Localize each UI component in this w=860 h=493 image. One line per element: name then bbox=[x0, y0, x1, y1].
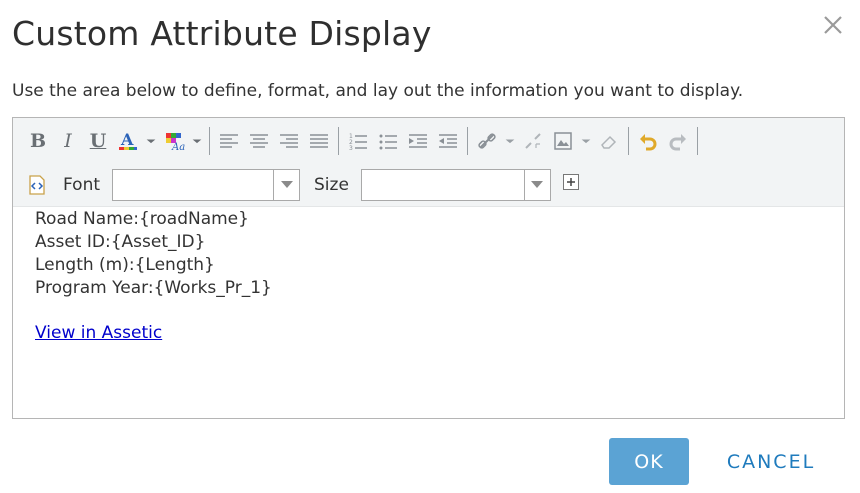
chevron-down-icon[interactable] bbox=[523, 170, 550, 200]
cancel-button[interactable]: CANCEL bbox=[706, 438, 836, 485]
expand-plus-icon[interactable] bbox=[562, 174, 579, 190]
view-in-assetic-link[interactable]: View in Assetic bbox=[35, 323, 162, 343]
font-select[interactable] bbox=[112, 169, 301, 201]
outdent-button[interactable] bbox=[433, 127, 463, 155]
unlink-button[interactable] bbox=[518, 127, 548, 155]
bullet-list-button[interactable] bbox=[373, 127, 403, 155]
italic-icon: I bbox=[64, 130, 72, 152]
svg-text:3: 3 bbox=[349, 145, 353, 152]
editor-content[interactable]: Road Name:{roadName} Asset ID:{Asset_ID}… bbox=[35, 208, 272, 345]
justify-icon bbox=[310, 134, 328, 148]
svg-text:A: A bbox=[120, 130, 134, 149]
chevron-down-icon bbox=[505, 139, 515, 144]
size-label: Size bbox=[314, 175, 349, 195]
redo-icon bbox=[669, 134, 686, 151]
indent-icon bbox=[409, 134, 427, 148]
link-dropdown[interactable] bbox=[502, 127, 518, 155]
chevron-down-icon bbox=[581, 139, 591, 144]
font-color-button[interactable]: A bbox=[113, 127, 143, 155]
toolbar-separator bbox=[697, 127, 698, 155]
close-icon[interactable] bbox=[822, 14, 844, 36]
source-view-button[interactable] bbox=[25, 171, 49, 199]
rich-text-editor[interactable]: B I U A Aa 1 2 3 Font Size Road Name:{ro… bbox=[12, 117, 845, 419]
insert-image-icon bbox=[554, 132, 572, 150]
dialog-description: Use the area below to define, format, an… bbox=[12, 81, 744, 101]
highlight-color-button[interactable]: Aa bbox=[159, 127, 189, 155]
justify-button[interactable] bbox=[304, 127, 334, 155]
redo-button[interactable] bbox=[663, 127, 693, 155]
image-dropdown[interactable] bbox=[578, 127, 594, 155]
underline-icon: U bbox=[89, 130, 107, 152]
chevron-down-icon[interactable] bbox=[273, 170, 299, 200]
outdent-icon bbox=[439, 134, 457, 148]
bullet-list-icon bbox=[379, 134, 397, 150]
italic-button[interactable]: I bbox=[53, 127, 83, 155]
eraser-icon bbox=[601, 135, 617, 149]
toolbar-row-font: Font Size bbox=[13, 168, 579, 202]
ok-button[interactable]: OK bbox=[609, 438, 689, 485]
content-line: Program Year:{Works_Pr_1} bbox=[35, 278, 272, 298]
font-label: Font bbox=[63, 175, 101, 195]
toolbar-row-formatting: B I U A Aa 1 2 3 bbox=[13, 126, 702, 156]
align-right-icon bbox=[280, 134, 298, 148]
eraser-button[interactable] bbox=[594, 127, 624, 155]
underline-button[interactable]: U bbox=[83, 127, 113, 155]
align-left-icon bbox=[220, 134, 238, 148]
numbered-list-icon: 123 bbox=[349, 133, 367, 152]
dialog-title: Custom Attribute Display bbox=[12, 14, 432, 53]
bold-icon: B bbox=[29, 130, 47, 152]
toolbar-separator bbox=[467, 127, 468, 155]
size-select-value bbox=[362, 170, 524, 200]
editor-toolbar: B I U A Aa 1 2 3 Font Size bbox=[13, 118, 844, 207]
content-line: Length (m):{Length} bbox=[35, 255, 215, 275]
content-line: Asset ID:{Asset_ID} bbox=[35, 232, 206, 252]
font-color-icon: A bbox=[119, 130, 137, 150]
chevron-down-icon bbox=[192, 139, 202, 144]
toolbar-separator bbox=[628, 127, 629, 155]
content-line: Road Name:{roadName} bbox=[35, 209, 249, 229]
source-view-icon bbox=[29, 175, 45, 195]
font-color-dropdown[interactable] bbox=[143, 127, 159, 155]
insert-image-button[interactable] bbox=[548, 127, 578, 155]
highlight-color-icon: Aa bbox=[166, 133, 185, 152]
undo-button[interactable] bbox=[633, 127, 663, 155]
toolbar-separator bbox=[209, 127, 210, 155]
unlink-icon bbox=[525, 133, 541, 149]
align-right-button[interactable] bbox=[274, 127, 304, 155]
size-select[interactable] bbox=[360, 169, 551, 201]
toolbar-separator bbox=[338, 127, 339, 155]
highlight-color-dropdown[interactable] bbox=[189, 127, 205, 155]
align-center-icon bbox=[250, 134, 268, 148]
chevron-down-icon bbox=[146, 139, 156, 144]
align-center-button[interactable] bbox=[244, 127, 274, 155]
bold-button[interactable]: B bbox=[23, 127, 53, 155]
link-icon bbox=[478, 133, 496, 149]
undo-icon bbox=[640, 134, 657, 151]
font-select-value bbox=[113, 170, 273, 200]
align-left-button[interactable] bbox=[214, 127, 244, 155]
svg-text:Aa: Aa bbox=[171, 142, 185, 152]
indent-button[interactable] bbox=[403, 127, 433, 155]
link-button[interactable] bbox=[472, 127, 502, 155]
numbered-list-button[interactable]: 123 bbox=[343, 127, 373, 155]
